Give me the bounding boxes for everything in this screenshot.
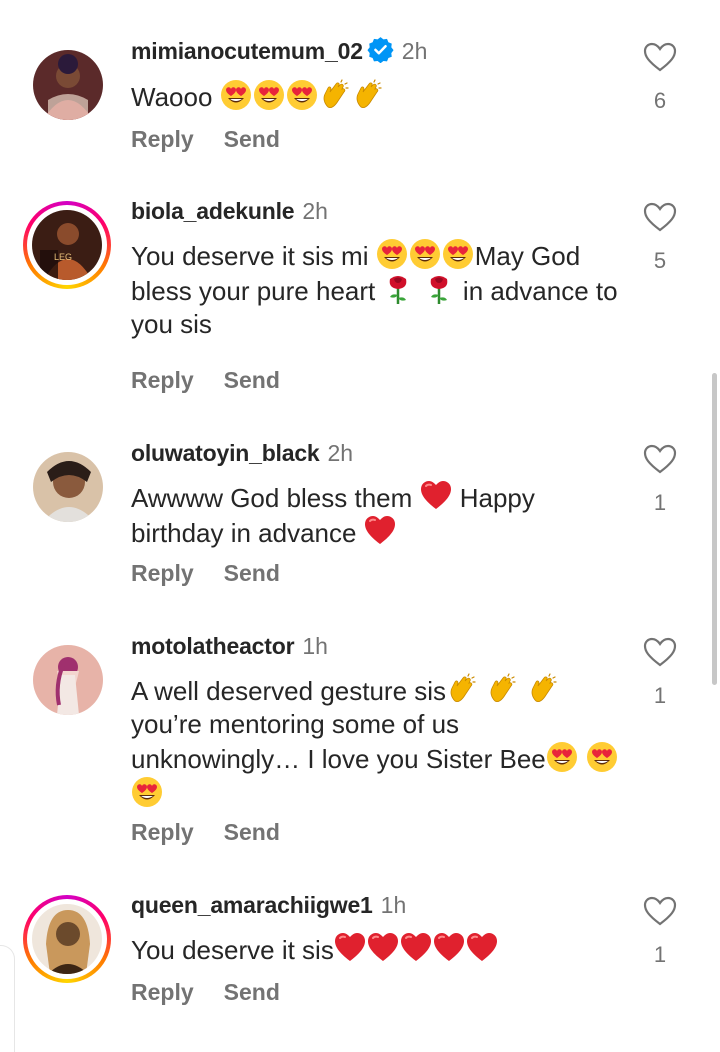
clap-emoji-icon [352, 79, 384, 111]
red-heart-emoji-icon [466, 932, 498, 964]
send-button[interactable]: Send [224, 367, 280, 394]
reply-button[interactable]: Reply [131, 126, 194, 153]
comment-actions: Reply Send [131, 560, 280, 587]
comment-actions: Reply Send [131, 367, 280, 394]
comment-time: 2h [327, 440, 354, 466]
red-heart-emoji-icon [364, 515, 396, 547]
send-button[interactable]: Send [224, 560, 280, 587]
rose-emoji-icon [382, 273, 414, 305]
like-count: 1 [653, 683, 667, 708]
username[interactable]: mimianocutemum_02 [131, 38, 363, 64]
clap-emoji-icon [527, 673, 559, 705]
comment-time: 2h [401, 38, 428, 64]
comment-text: You deserve it sis [131, 932, 621, 967]
svg-text:LEG: LEG [54, 252, 72, 262]
reply-button[interactable]: Reply [131, 819, 194, 846]
comment-header: queen_amarachiigwe1 1h [131, 891, 406, 919]
avatar[interactable] [33, 452, 103, 522]
comment-time: 1h [380, 892, 407, 918]
like-heart-icon[interactable] [640, 202, 680, 237]
comment-time: 2h [302, 198, 328, 224]
reply-button[interactable]: Reply [131, 560, 194, 587]
username[interactable]: queen_amarachiigwe1 [131, 892, 373, 918]
send-button[interactable]: Send [224, 819, 280, 846]
red-heart-emoji-icon [367, 932, 399, 964]
like-count: 6 [653, 88, 667, 113]
reply-button[interactable]: Reply [131, 979, 194, 1006]
red-heart-emoji-icon [433, 932, 465, 964]
comment-header: mimianocutemum_02 2h [131, 36, 427, 69]
like-count: 1 [653, 942, 667, 967]
avatar[interactable] [33, 645, 103, 715]
comment-time: 1h [302, 633, 328, 659]
heart-eyes-emoji-icon [409, 238, 441, 270]
like-heart-icon[interactable] [640, 444, 680, 479]
like-count: 5 [653, 248, 667, 273]
heart-eyes-emoji-icon [220, 79, 252, 111]
comment-text: Waooo [131, 79, 621, 114]
heart-eyes-emoji-icon [546, 741, 578, 773]
clap-emoji-icon [446, 673, 478, 705]
avatar[interactable] [23, 895, 111, 983]
username[interactable]: oluwatoyin_black [131, 440, 320, 466]
rose-emoji-icon [423, 273, 455, 305]
comment-text: Awwww God bless them Happy birthday in a… [131, 480, 621, 550]
avatar[interactable]: LEG [23, 201, 111, 289]
red-heart-emoji-icon [334, 932, 366, 964]
like-heart-icon[interactable] [640, 637, 680, 672]
heart-eyes-emoji-icon [253, 79, 285, 111]
like-heart-icon[interactable] [640, 42, 680, 77]
comment-text: A well deserved gesture sis you’re mento… [131, 673, 621, 811]
heart-eyes-emoji-icon [286, 79, 318, 111]
comment-text: You deserve it sis mi May God bless your… [131, 238, 621, 341]
send-button[interactable]: Send [224, 126, 280, 153]
red-heart-emoji-icon [400, 932, 432, 964]
clap-emoji-icon [486, 673, 518, 705]
comment-header: motolatheactor 1h [131, 632, 328, 660]
verified-badge-icon [367, 36, 394, 69]
reply-button[interactable]: Reply [131, 367, 194, 394]
comment-header: oluwatoyin_black 2h [131, 439, 353, 467]
red-heart-emoji-icon [420, 480, 452, 512]
heart-eyes-emoji-icon [442, 238, 474, 270]
comment-header: biola_adekunle 2h [131, 197, 328, 225]
heart-eyes-emoji-icon [131, 776, 163, 808]
heart-eyes-emoji-icon [586, 741, 618, 773]
edge-panel-handle[interactable] [0, 945, 15, 1052]
username[interactable]: biola_adekunle [131, 198, 295, 224]
send-button[interactable]: Send [224, 979, 280, 1006]
like-count: 1 [653, 490, 667, 515]
avatar[interactable] [33, 50, 103, 120]
comment-actions: Reply Send [131, 819, 280, 846]
comment-actions: Reply Send [131, 126, 280, 153]
comment-actions: Reply Send [131, 979, 280, 1006]
username[interactable]: motolatheactor [131, 633, 295, 659]
scrollbar[interactable] [712, 373, 717, 685]
heart-eyes-emoji-icon [376, 238, 408, 270]
clap-emoji-icon [319, 79, 351, 111]
like-heart-icon[interactable] [640, 896, 680, 931]
